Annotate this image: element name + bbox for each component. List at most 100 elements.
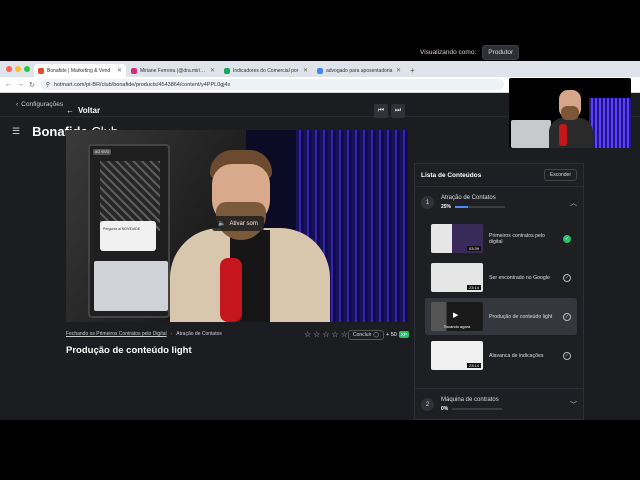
lesson-duration: 23:14 (466, 363, 481, 368)
tab-label: Miriane Ferreira (@dra.miriane (140, 67, 207, 74)
module-percent: 0% (441, 406, 449, 412)
progress-fill (455, 206, 468, 208)
lesson-title: Produção de conteúdo light (66, 345, 192, 356)
lesson-thumbnail: ▶ Tocando agora (431, 302, 483, 331)
star-icon[interactable]: ☆ (332, 330, 339, 339)
module-percent: 25% (441, 204, 452, 210)
panel-title: Lista de Conteúdos (421, 171, 482, 179)
window-controls (6, 66, 30, 72)
live-badge: AO VIVO (93, 149, 112, 155)
tab-label: Indicadores do Comercial por (233, 67, 299, 74)
tab-label: advogado para aposentadoria (326, 67, 393, 74)
webcam-overlay (509, 78, 631, 148)
back-label: Voltar (78, 106, 101, 115)
back-arrow-icon[interactable]: ← (5, 81, 12, 88)
settings-label: Configurações (21, 101, 64, 108)
lesson-duration: 23:14 (466, 285, 481, 290)
favicon-icon (317, 67, 323, 74)
star-icon[interactable]: ☆ (304, 330, 311, 339)
lesson-name: Produção de conteúdo light (489, 313, 553, 320)
arrow-left-icon: ← (66, 106, 74, 115)
now-playing-label: Tocando agora (443, 324, 471, 329)
star-icon[interactable]: ☆ (341, 330, 348, 339)
module-name: Máquina de contratos (441, 397, 499, 403)
star-icon[interactable]: ☆ (313, 330, 320, 339)
breadcrumb-module[interactable]: Atração de Contatos (176, 331, 222, 337)
lesson-item[interactable]: 23:14 Ser encontrado no Google ✓ (425, 259, 577, 296)
site-info-icon[interactable]: ⚲ (46, 82, 50, 88)
lesson-thumbnail: 23:14 (431, 341, 483, 370)
lesson-name: Alavanca de indicações (489, 352, 544, 359)
check-icon[interactable]: ✓ (563, 273, 571, 282)
webcam-beard (561, 106, 579, 120)
panel-header: Lista de Conteúdos Esconder (415, 164, 583, 186)
previous-lesson-icon[interactable]: ⏮ (374, 104, 388, 118)
screen: Bonafide | Marketing & Vend ✕ Miriane Fe… (0, 0, 640, 480)
lesson-nav: ⏮ ⏭ (374, 104, 405, 118)
chevron-left-icon: ‹ (16, 101, 19, 108)
favicon-icon (131, 67, 137, 74)
close-tab-icon[interactable]: ✕ (303, 67, 308, 74)
check-circle-icon: ◯ (373, 332, 379, 338)
browser-tab-1[interactable]: Bonafide | Marketing & Vend ✕ (34, 64, 126, 77)
activate-sound-button[interactable]: 🔈 Ativar som (212, 216, 264, 231)
close-tab-icon[interactable]: ✕ (117, 67, 122, 74)
browser-tab-3[interactable]: Indicadores do Comercial por ✕ (220, 64, 312, 77)
progress-bar (452, 408, 503, 410)
lesson-name: Primeiros contratos pelo digital (489, 232, 545, 245)
favicon-icon (224, 67, 230, 74)
module-number: 2 (421, 398, 434, 411)
module-item[interactable]: 1 Atração de Contatos 25% ︿ (415, 186, 583, 218)
complete-label: Concluir (353, 332, 372, 338)
settings-link[interactable]: ‹ Configurações (16, 101, 63, 108)
lesson-item[interactable]: ▶ Tocando agora Produção de conteúdo lig… (425, 298, 577, 335)
module-info: Atração de Contatos 25% (441, 195, 563, 210)
chevron-down-icon[interactable]: ﹀ (570, 400, 577, 410)
module-item[interactable]: 2 Máquina de contratos 0% ﹀ (415, 388, 583, 420)
menu-icon[interactable]: ☰ (12, 126, 20, 137)
check-icon[interactable]: ✓ (563, 312, 571, 321)
star-icon[interactable]: ☆ (322, 330, 329, 339)
back-button[interactable]: ← Voltar (66, 106, 100, 115)
lesson-name: Ser encontrado no Google (489, 274, 550, 281)
minimize-window-button[interactable] (15, 66, 21, 72)
view-as: Visualizando como: Produtor (420, 45, 520, 60)
browser-tab-2[interactable]: Miriane Ferreira (@dra.miriane ✕ (127, 64, 219, 77)
next-lesson-icon[interactable]: ⏭ (391, 104, 405, 118)
check-icon[interactable]: ✓ (563, 234, 571, 243)
view-as-select[interactable]: Produtor (482, 45, 520, 60)
webcam-lights (589, 98, 631, 148)
breadcrumb-course[interactable]: Fechando os Primeiros Contratos pelo Dig… (66, 331, 167, 337)
lesson-item[interactable]: 03:39 Primeiros contratos pelo digital ✓ (425, 220, 577, 257)
chevron-up-icon[interactable]: ︿ (570, 198, 577, 208)
url-field[interactable]: ⚲ hotmart.com/pt-BR/club/bonafide/produc… (39, 79, 504, 90)
video-player[interactable]: AO VIVO Pergunta ai NOVIDADE 🔈 Ativar so… (66, 130, 408, 322)
new-tab-icon[interactable]: + (406, 66, 419, 77)
microphone-image (220, 258, 242, 322)
hide-panel-button[interactable]: Esconder (543, 169, 577, 181)
forward-arrow-icon[interactable]: → (17, 81, 24, 88)
module-progress: 0% (441, 406, 563, 412)
speaker-icon: 🔈 (218, 221, 226, 227)
reload-icon[interactable]: ↻ (29, 81, 35, 89)
xp-amount: + 50 (386, 331, 397, 338)
check-icon[interactable]: ✓ (563, 351, 571, 360)
complete-button[interactable]: Concluir ◯ (348, 330, 384, 340)
close-window-button[interactable] (6, 66, 12, 72)
lesson-thumbnail: 23:14 (431, 263, 483, 292)
tab-bar: Bonafide | Marketing & Vend ✕ Miriane Fe… (0, 61, 640, 77)
lesson-item[interactable]: 23:14 Alavanca de indicações ✓ (425, 337, 577, 374)
lesson-duration: 03:39 (466, 246, 481, 251)
phone-overlay: AO VIVO Pergunta ai NOVIDADE (88, 144, 170, 318)
url-text: hotmart.com/pt-BR/club/bonafide/products… (53, 81, 231, 88)
breadcrumb: Fechando os Primeiros Contratos pelo Dig… (66, 331, 222, 337)
browser-tab-4[interactable]: advogado para aposentadoria ✕ (313, 64, 405, 77)
webcam-microphone (559, 124, 567, 146)
maximize-window-button[interactable] (24, 66, 30, 72)
star-rating: ☆ ☆ ☆ ☆ ☆ (304, 330, 348, 339)
progress-bar (455, 206, 506, 208)
close-tab-icon[interactable]: ✕ (396, 67, 401, 74)
close-tab-icon[interactable]: ✕ (210, 67, 215, 74)
module-info: Máquina de contratos 0% (441, 397, 563, 412)
tab-label: Bonafide | Marketing & Vend (47, 67, 111, 74)
